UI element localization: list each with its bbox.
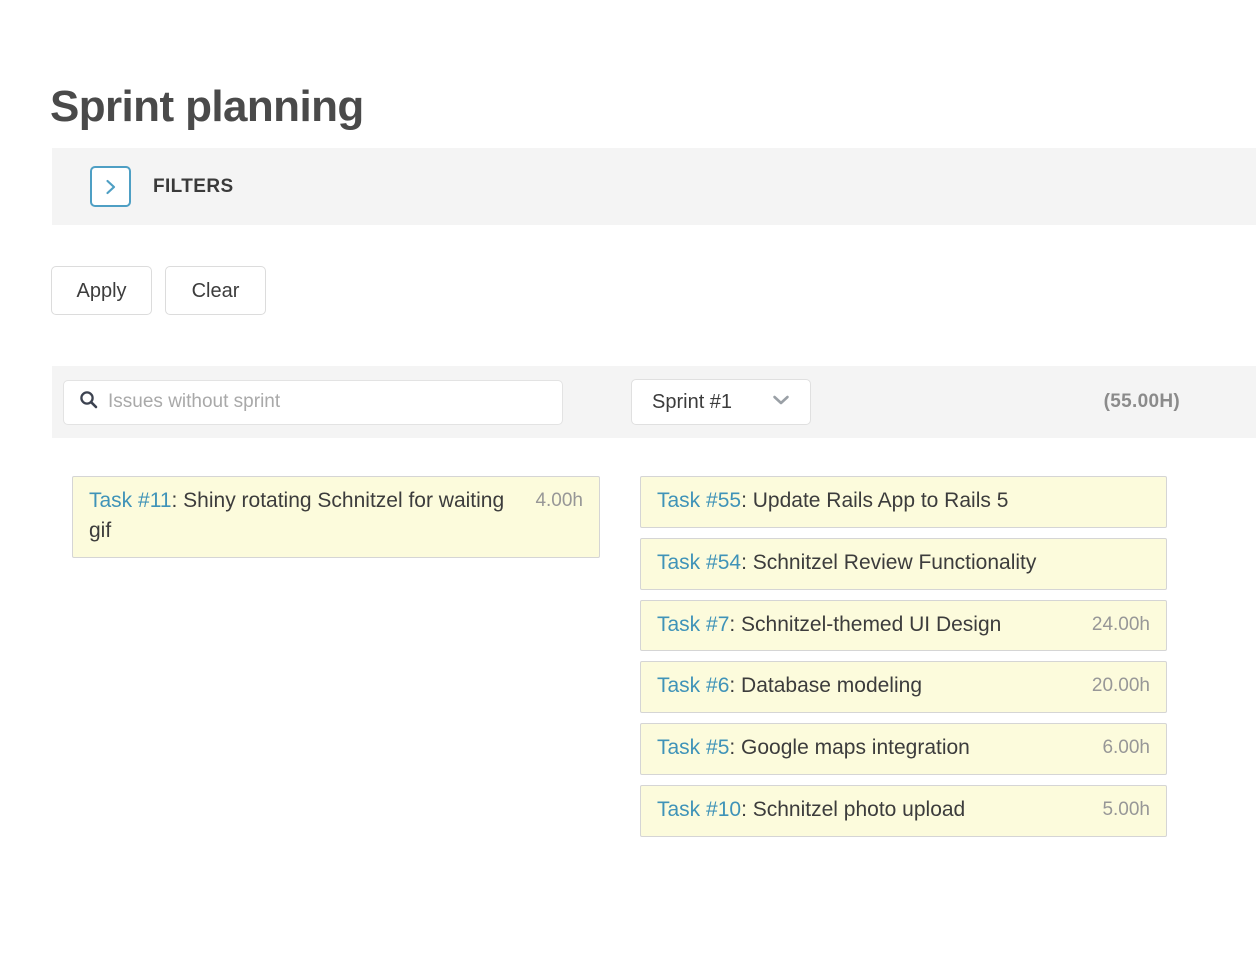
task-card[interactable]: Task #7: Schnitzel-themed UI Design 24.0… <box>640 599 1167 652</box>
task-title: Task #7: Schnitzel-themed UI Design <box>657 610 1078 640</box>
task-title-text: Database modeling <box>741 674 922 698</box>
task-id-link[interactable]: Task #54 <box>657 551 741 574</box>
task-id-link[interactable]: Task #6 <box>657 674 729 697</box>
sprint-hours-total: (55.00H) <box>1103 391 1180 412</box>
task-card[interactable]: Task #11: Shiny rotating Schnitzel for w… <box>72 476 600 558</box>
task-card[interactable]: Task #6: Database modeling 20.00h <box>640 661 1167 714</box>
task-title: Task #6: Database modeling <box>657 671 1078 701</box>
page-title: Sprint planning <box>50 82 364 132</box>
task-separator: : <box>729 674 742 698</box>
task-title: Task #10: Schnitzel photo upload <box>657 795 1088 825</box>
filters-label: FILTERS <box>153 175 234 197</box>
task-title: Task #54: Schnitzel Review Functionality <box>657 548 1136 578</box>
filters-bar: FILTERS <box>52 148 1256 225</box>
task-id-link[interactable]: Task #10 <box>657 798 741 821</box>
task-card[interactable]: Task #10: Schnitzel photo upload 5.00h <box>640 785 1167 837</box>
task-title-text: Update Rails App to Rails 5 <box>752 489 1009 512</box>
task-separator: : <box>729 612 742 636</box>
filters-toggle-button[interactable] <box>90 166 131 207</box>
sprint-toolbar: Sprint #1 (55.00H) <box>52 366 1256 438</box>
task-title: Task #5: Google maps integration <box>657 733 1088 763</box>
sprint-planning-page: Sprint planning FILTERS Apply Clear Issu… <box>0 0 1256 960</box>
task-separator: : <box>729 736 742 760</box>
search-field-wrapper <box>63 379 563 425</box>
task-title: Task #11: Shiny rotating Schnitzel for w… <box>89 486 521 546</box>
search-input[interactable] <box>63 379 563 425</box>
task-separator: : <box>171 489 184 512</box>
sprint-column: Task #55: Update Rails App to Rails 5 Ta… <box>640 476 1167 847</box>
task-separator: : <box>741 489 753 512</box>
task-title-text: Schnitzel-themed UI Design <box>741 612 1002 636</box>
task-card[interactable]: Task #54: Schnitzel Review Functionality <box>640 537 1167 590</box>
task-id-link[interactable]: Task #5 <box>657 736 729 759</box>
task-hours: 4.00h <box>535 490 583 511</box>
task-hours: 5.00h <box>1102 799 1150 821</box>
apply-button[interactable]: Apply <box>51 266 152 315</box>
task-card[interactable]: Task #5: Google maps integration 6.00h <box>640 723 1167 776</box>
task-card[interactable]: Task #55: Update Rails App to Rails 5 <box>640 476 1167 528</box>
sprint-select-value: Sprint #1 <box>652 390 733 413</box>
chevron-down-icon <box>772 393 790 411</box>
task-hours: 20.00h <box>1091 675 1150 697</box>
task-title-text: Google maps integration <box>741 736 970 760</box>
sprint-select[interactable]: Sprint #1 <box>631 379 811 425</box>
task-title-text: Schnitzel Review Functionality <box>752 550 1037 574</box>
task-hours: 6.00h <box>1102 737 1150 759</box>
chevron-right-icon <box>104 178 118 196</box>
task-id-link[interactable]: Task #55 <box>657 489 741 512</box>
task-title-text: Schnitzel photo upload <box>752 798 966 822</box>
task-id-link[interactable]: Task #11 <box>89 489 172 512</box>
clear-button[interactable]: Clear <box>165 266 266 315</box>
task-title: Task #55: Update Rails App to Rails 5 <box>657 486 1136 516</box>
task-separator: : <box>741 550 753 574</box>
task-id-link[interactable]: Task #7 <box>657 613 729 636</box>
task-separator: : <box>741 798 753 822</box>
task-hours: 24.00h <box>1091 613 1150 635</box>
filter-actions: Apply Clear <box>51 266 266 315</box>
backlog-column: Task #11: Shiny rotating Schnitzel for w… <box>72 476 600 568</box>
